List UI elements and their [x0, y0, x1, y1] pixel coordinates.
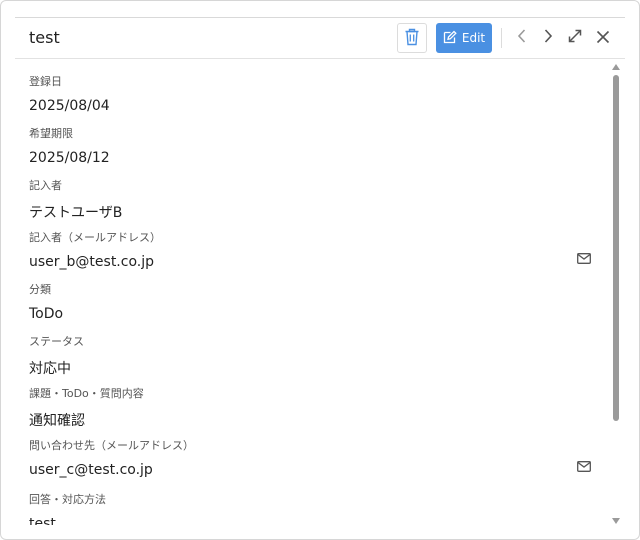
field-status: ステータス 対応中 [29, 333, 589, 378]
field-registered-date: 登録日 2025/08/04 [29, 73, 589, 114]
close-icon [596, 29, 610, 48]
field-value: 通知確認 [29, 413, 85, 429]
scroll-down-arrow[interactable] [612, 518, 620, 524]
field-issue-content: 課題・ToDo・質問内容 通知確認 [29, 385, 589, 430]
field-value: user_c@test.co.jp [29, 462, 153, 478]
chevron-right-icon [542, 28, 554, 48]
next-button[interactable] [535, 25, 561, 51]
field-value: テストユーザB [29, 205, 123, 221]
mail-icon[interactable] [577, 457, 591, 476]
field-value: test [29, 516, 56, 525]
pencil-icon [443, 30, 457, 47]
mail-icon[interactable] [577, 249, 591, 268]
field-category: 分類 ToDo [29, 281, 589, 322]
scrollbar-thumb[interactable] [613, 75, 619, 421]
field-contact-email: 問い合わせ先（メールアドレス） user_c@test.co.jp [29, 437, 591, 478]
field-value: 2025/08/04 [29, 98, 110, 114]
field-label: 回答・対応方法 [29, 493, 106, 506]
toolbar-divider [501, 28, 502, 48]
delete-button[interactable] [397, 23, 427, 53]
edit-button-label: Edit [461, 31, 486, 45]
edit-button[interactable]: Edit [436, 23, 492, 53]
chevron-left-icon [516, 28, 528, 48]
field-label: 課題・ToDo・質問内容 [29, 387, 144, 400]
field-label: 分類 [29, 283, 51, 296]
field-value: ToDo [29, 306, 64, 322]
close-button[interactable] [590, 25, 616, 51]
trash-icon [404, 28, 420, 49]
scroll-up-arrow[interactable] [612, 64, 620, 70]
field-value: 2025/08/12 [29, 150, 110, 166]
vertical-scrollbar[interactable] [611, 63, 623, 525]
field-value: user_b@test.co.jp [29, 254, 155, 270]
expand-button[interactable] [562, 25, 588, 51]
expand-icon [567, 28, 583, 48]
field-list: 登録日 2025/08/04 希望期限 2025/08/12 記入者 テストユー… [15, 59, 625, 525]
field-label: ステータス [29, 335, 84, 348]
field-label: 登録日 [29, 75, 62, 88]
field-label: 記入者（メールアドレス） [29, 231, 161, 244]
field-author-email: 記入者（メールアドレス） user_b@test.co.jp [29, 229, 591, 270]
field-label: 希望期限 [29, 127, 73, 140]
record-title: test [29, 28, 60, 47]
detail-panel: test Edit 登録日 2025/08/04 希望期限 2025/08/12… [0, 0, 640, 540]
field-answer-method: 回答・対応方法 test [29, 491, 589, 525]
field-desired-deadline: 希望期限 2025/08/12 [29, 125, 589, 166]
field-value: 対応中 [29, 361, 71, 377]
previous-button[interactable] [509, 25, 535, 51]
field-label: 問い合わせ先（メールアドレス） [29, 439, 194, 452]
panel-header: test Edit [15, 17, 625, 59]
field-author: 記入者 テストユーザB [29, 177, 589, 222]
field-label: 記入者 [29, 179, 62, 192]
